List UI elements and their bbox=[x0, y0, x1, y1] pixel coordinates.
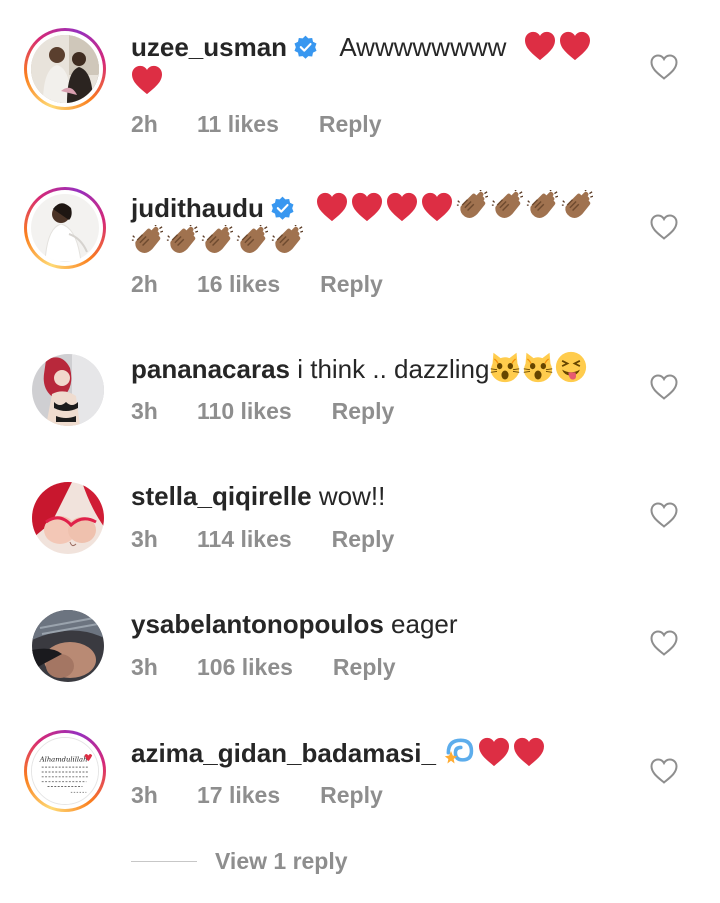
heart-outline-icon[interactable] bbox=[650, 758, 678, 784]
comment-meta: 3h 114 likes Reply bbox=[131, 526, 394, 553]
comment-text: i think .. dazzling bbox=[297, 354, 490, 384]
view-replies-label[interactable]: View 1 reply bbox=[215, 848, 348, 875]
reply-button[interactable]: Reply bbox=[320, 271, 383, 298]
clapping-hands-icon bbox=[201, 225, 233, 257]
comment-body: stella_qiqirelle wow!! bbox=[131, 479, 620, 513]
verified-badge-icon bbox=[293, 35, 318, 60]
red-heart-icon bbox=[131, 65, 163, 95]
comment-meta: 2h 11 likes Reply bbox=[131, 111, 382, 138]
comment-meta: 2h 16 likes Reply bbox=[131, 271, 383, 298]
heart-outline-icon[interactable] bbox=[650, 502, 678, 528]
reply-button[interactable]: Reply bbox=[333, 654, 396, 681]
red-heart-icon bbox=[559, 31, 591, 61]
comment-text: Awwwwwwww bbox=[339, 32, 507, 62]
comment-time: 2h bbox=[131, 111, 158, 137]
heart-outline-icon[interactable] bbox=[650, 214, 678, 240]
red-heart-icon bbox=[351, 192, 383, 222]
heart-outline-icon[interactable] bbox=[650, 374, 678, 400]
divider bbox=[131, 861, 197, 862]
comment-time: 3h bbox=[131, 782, 158, 808]
username[interactable]: pananacaras bbox=[131, 354, 290, 384]
likes-count[interactable]: 17 likes bbox=[197, 782, 280, 809]
clapping-hands-icon bbox=[236, 225, 268, 257]
avatar[interactable] bbox=[32, 610, 104, 682]
username[interactable]: ysabelantonopoulos bbox=[131, 609, 384, 639]
comment-time: 2h bbox=[131, 271, 158, 297]
username[interactable]: stella_qiqirelle bbox=[131, 481, 312, 511]
likes-count[interactable]: 11 likes bbox=[197, 111, 279, 138]
red-heart-icon bbox=[513, 737, 545, 767]
avatar[interactable] bbox=[24, 28, 106, 110]
red-heart-icon bbox=[421, 192, 453, 222]
red-heart-icon bbox=[524, 31, 556, 61]
red-heart-icon bbox=[316, 192, 348, 222]
comment-text: wow!! bbox=[318, 481, 386, 511]
comment-time: 3h bbox=[131, 398, 158, 424]
likes-count[interactable]: 110 likes bbox=[197, 398, 292, 425]
comment-time: 3h bbox=[131, 654, 158, 680]
dizzy-icon bbox=[443, 735, 475, 767]
username[interactable]: uzee_usman bbox=[131, 32, 287, 62]
avatar[interactable]: Alhamdulillah bbox=[24, 730, 106, 812]
clapping-hands-icon bbox=[491, 190, 523, 222]
squinting-tongue-face-icon bbox=[555, 351, 587, 383]
username[interactable]: judithaudu bbox=[131, 193, 264, 223]
comment-body: pananacaras i think .. dazzling bbox=[131, 351, 620, 386]
clapping-hands-icon bbox=[271, 225, 303, 257]
likes-count[interactable]: 106 likes bbox=[197, 654, 293, 681]
avatar[interactable] bbox=[32, 354, 104, 426]
comment-meta: 3h 110 likes Reply bbox=[131, 398, 394, 425]
view-replies-button[interactable]: View 1 reply bbox=[131, 848, 348, 875]
verified-badge-icon bbox=[270, 196, 295, 221]
comment-body: azima_gidan_badamasi_ bbox=[131, 735, 620, 770]
heart-outline-icon[interactable] bbox=[650, 54, 678, 80]
reply-button[interactable]: Reply bbox=[332, 526, 395, 553]
avatar[interactable] bbox=[24, 187, 106, 269]
comment-body: uzee_usman Awwwwwwww bbox=[131, 30, 620, 98]
reply-button[interactable]: Reply bbox=[319, 111, 382, 138]
clapping-hands-icon bbox=[131, 225, 163, 257]
likes-count[interactable]: 16 likes bbox=[197, 271, 280, 298]
avatar[interactable] bbox=[32, 482, 104, 554]
clapping-hands-icon bbox=[166, 225, 198, 257]
comment-meta: 3h 106 likes Reply bbox=[131, 654, 396, 681]
comment-body: judithaudu bbox=[131, 190, 620, 260]
username[interactable]: azima_gidan_badamasi_ bbox=[131, 738, 436, 768]
avatar-lettering: Alhamdulillah bbox=[39, 755, 88, 763]
weary-cat-icon bbox=[489, 351, 521, 383]
comment-text: eager bbox=[391, 609, 458, 639]
reply-button[interactable]: Reply bbox=[332, 398, 395, 425]
comment-time: 3h bbox=[131, 526, 158, 552]
reply-button[interactable]: Reply bbox=[320, 782, 383, 809]
likes-count[interactable]: 114 likes bbox=[197, 526, 292, 553]
red-heart-icon bbox=[478, 737, 510, 767]
comment-body: ysabelantonopoulos eager bbox=[131, 607, 620, 641]
red-heart-icon bbox=[386, 192, 418, 222]
comment-meta: 3h 17 likes Reply bbox=[131, 782, 383, 809]
heart-outline-icon[interactable] bbox=[650, 630, 678, 656]
weary-cat-icon bbox=[522, 351, 554, 383]
clapping-hands-icon bbox=[456, 190, 488, 222]
clapping-hands-icon bbox=[561, 190, 593, 222]
clapping-hands-icon bbox=[526, 190, 558, 222]
